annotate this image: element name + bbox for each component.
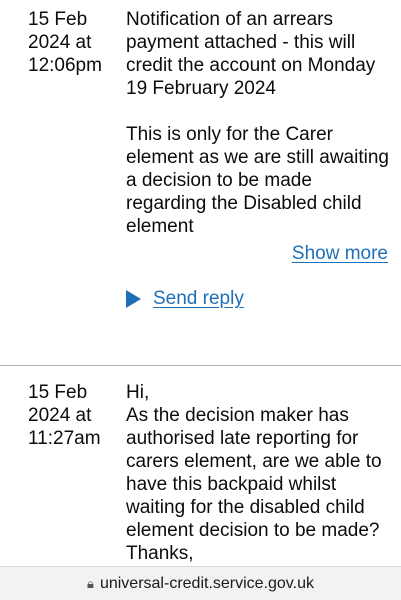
message-paragraph: Notification of an arrears payment attac…: [126, 9, 376, 99]
browser-address-bar[interactable]: 🔒︎ universal-credit.service.gov.uk: [0, 566, 401, 600]
send-reply-link[interactable]: Send reply: [126, 287, 244, 310]
entry-date: 15 Feb 2024 at 11:27am: [28, 382, 101, 449]
entry-divider: [0, 365, 401, 366]
message-paragraph: This is only for the Carer element as we…: [126, 124, 389, 237]
entry-message: Hi, As the decision maker has authorised…: [126, 381, 394, 565]
entry-message: Notification of an arrears payment attac…: [126, 8, 394, 238]
send-reply-label: Send reply: [153, 288, 244, 309]
entry-date: 15 Feb 2024 at 12:06pm: [28, 9, 102, 76]
message-line: Hi,: [126, 382, 150, 403]
message-line: Thanks,: [126, 543, 194, 564]
play-arrow-icon: [126, 289, 141, 308]
url-text: universal-credit.service.gov.uk: [99, 574, 314, 592]
message-line: As the decision maker has authorised lat…: [126, 405, 382, 541]
journal-page: 15 Feb 2024 at 12:06pm Notification of a…: [0, 0, 401, 600]
lock-icon: 🔒︎: [87, 575, 94, 591]
show-more-link[interactable]: Show more: [292, 242, 388, 265]
